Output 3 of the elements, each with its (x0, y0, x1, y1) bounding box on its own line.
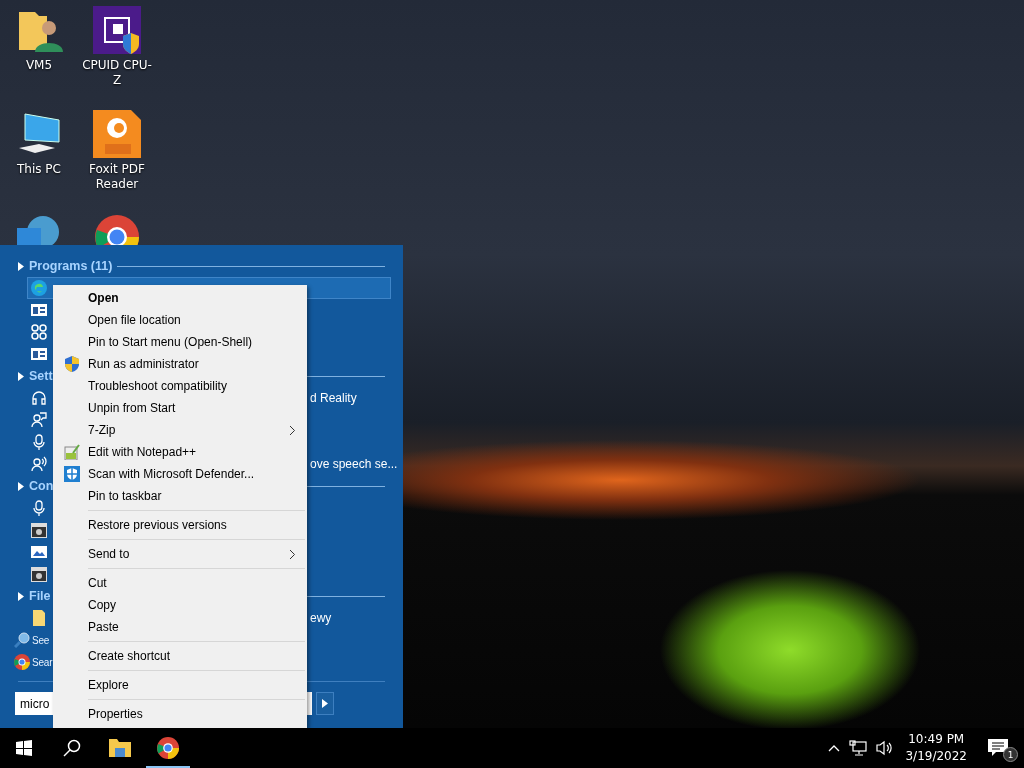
clock-date: 3/19/2022 (905, 748, 967, 765)
notification-count-badge: 1 (1003, 747, 1018, 762)
clock-time: 10:49 PM (908, 731, 965, 748)
